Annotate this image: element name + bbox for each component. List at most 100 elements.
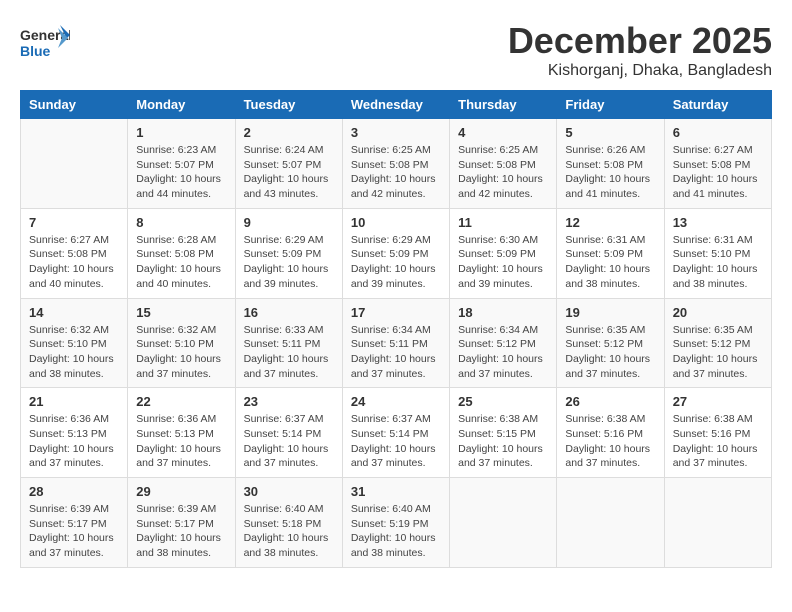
day-info: Sunrise: 6:36 AMSunset: 5:13 PMDaylight:… — [29, 412, 119, 471]
logo: General Blue — [20, 20, 70, 65]
day-cell: 19Sunrise: 6:35 AMSunset: 5:12 PMDayligh… — [557, 298, 664, 388]
day-cell: 12 Sunrise: 6:31 AMSunset: 5:09 PMDayligh… — [557, 208, 664, 298]
day-info: Sunrise: 6:29 AMSunset: 5:09 PMDaylight:… — [244, 233, 334, 292]
weekday-header-row: Sunday Monday Tuesday Wednesday Thursday… — [21, 91, 772, 119]
day-cell: 11Sunrise: 6:30 AMSunset: 5:09 PMDayligh… — [450, 208, 557, 298]
header-wednesday: Wednesday — [342, 91, 449, 119]
week-row-3: 14 Sunrise: 6:32 AMSunset: 5:10 PMDayligh… — [21, 298, 772, 388]
day-cell: 7 Sunrise: 6:27 AMSunset: 5:08 PMDaylight… — [21, 208, 128, 298]
location-subtitle: Kishorganj, Dhaka, Bangladesh — [508, 62, 772, 80]
day-cell: 24Sunrise: 6:37 AMSunset: 5:14 PMDayligh… — [342, 388, 449, 478]
day-cell — [664, 478, 771, 568]
day-info: Sunrise: 6:39 AMSunset: 5:17 PMDaylight:… — [136, 502, 226, 561]
day-number: 6 — [673, 125, 763, 140]
logo-icon: General Blue — [20, 20, 70, 65]
day-info: Sunrise: 6:34 AMSunset: 5:12 PMDaylight:… — [458, 323, 548, 382]
day-cell: 9 Sunrise: 6:29 AMSunset: 5:09 PMDaylight… — [235, 208, 342, 298]
day-number: 27 — [673, 394, 763, 409]
day-number: 24 — [351, 394, 441, 409]
day-info: Sunrise: 6:40 AMSunset: 5:18 PMDaylight:… — [244, 502, 334, 561]
day-cell: 4Sunrise: 6:25 AMSunset: 5:08 PMDaylight… — [450, 119, 557, 209]
day-number: 28 — [29, 484, 119, 499]
day-cell: 14 Sunrise: 6:32 AMSunset: 5:10 PMDayligh… — [21, 298, 128, 388]
header-thursday: Thursday — [450, 91, 557, 119]
day-number: 16 — [244, 305, 334, 320]
day-number: 12 — [565, 215, 655, 230]
day-cell: 16 Sunrise: 6:33 AMSunset: 5:11 PMDayligh… — [235, 298, 342, 388]
day-number: 10 — [351, 215, 441, 230]
svg-text:Blue: Blue — [20, 43, 51, 59]
day-cell: 6 Sunrise: 6:27 AMSunset: 5:08 PMDaylight… — [664, 119, 771, 209]
day-number: 18 — [458, 305, 548, 320]
day-info: Sunrise: 6:32 AMSunset: 5:10 PMDaylight:… — [29, 323, 119, 382]
page-header: General Blue December 2025 Kishorganj, D… — [20, 20, 772, 80]
day-cell — [450, 478, 557, 568]
day-info: Sunrise: 6:27 AMSunset: 5:08 PMDaylight:… — [29, 233, 119, 292]
day-cell: 5Sunrise: 6:26 AMSunset: 5:08 PMDaylight… — [557, 119, 664, 209]
day-info: Sunrise: 6:36 AMSunset: 5:13 PMDaylight:… — [136, 412, 226, 471]
day-info: Sunrise: 6:35 AMSunset: 5:12 PMDaylight:… — [565, 323, 655, 382]
day-cell: 3 Sunrise: 6:25 AMSunset: 5:08 PMDaylight… — [342, 119, 449, 209]
day-cell: 18 Sunrise: 6:34 AMSunset: 5:12 PMDayligh… — [450, 298, 557, 388]
day-info: Sunrise: 6:24 AMSunset: 5:07 PMDaylight:… — [244, 143, 334, 202]
day-number: 29 — [136, 484, 226, 499]
day-cell: 22 Sunrise: 6:36 AMSunset: 5:13 PMDayligh… — [128, 388, 235, 478]
day-cell: 25Sunrise: 6:38 AMSunset: 5:15 PMDayligh… — [450, 388, 557, 478]
week-row-4: 21 Sunrise: 6:36 AMSunset: 5:13 PMDayligh… — [21, 388, 772, 478]
day-number: 14 — [29, 305, 119, 320]
header-saturday: Saturday — [664, 91, 771, 119]
day-cell: 23 Sunrise: 6:37 AMSunset: 5:14 PMDayligh… — [235, 388, 342, 478]
day-number: 21 — [29, 394, 119, 409]
day-info: Sunrise: 6:27 AMSunset: 5:08 PMDaylight:… — [673, 143, 763, 202]
day-info: Sunrise: 6:31 AMSunset: 5:10 PMDaylight:… — [673, 233, 763, 292]
calendar-table: Sunday Monday Tuesday Wednesday Thursday… — [20, 90, 772, 568]
day-number: 30 — [244, 484, 334, 499]
day-info: Sunrise: 6:28 AMSunset: 5:08 PMDaylight:… — [136, 233, 226, 292]
day-cell: 27 Sunrise: 6:38 AMSunset: 5:16 PMDayligh… — [664, 388, 771, 478]
day-info: Sunrise: 6:29 AMSunset: 5:09 PMDaylight:… — [351, 233, 441, 292]
day-info: Sunrise: 6:30 AMSunset: 5:09 PMDaylight:… — [458, 233, 548, 292]
day-cell: 8 Sunrise: 6:28 AMSunset: 5:08 PMDaylight… — [128, 208, 235, 298]
header-monday: Monday — [128, 91, 235, 119]
day-number: 26 — [565, 394, 655, 409]
day-cell: 2 Sunrise: 6:24 AMSunset: 5:07 PMDaylight… — [235, 119, 342, 209]
day-cell: 28 Sunrise: 6:39 AMSunset: 5:17 PMDayligh… — [21, 478, 128, 568]
header-friday: Friday — [557, 91, 664, 119]
header-tuesday: Tuesday — [235, 91, 342, 119]
day-number: 15 — [136, 305, 226, 320]
day-cell: 17Sunrise: 6:34 AMSunset: 5:11 PMDayligh… — [342, 298, 449, 388]
day-info: Sunrise: 6:32 AMSunset: 5:10 PMDaylight:… — [136, 323, 226, 382]
day-number: 17 — [351, 305, 441, 320]
day-cell: 21 Sunrise: 6:36 AMSunset: 5:13 PMDayligh… — [21, 388, 128, 478]
day-number: 2 — [244, 125, 334, 140]
day-info: Sunrise: 6:38 AMSunset: 5:16 PMDaylight:… — [565, 412, 655, 471]
day-number: 1 — [136, 125, 226, 140]
title-section: December 2025 Kishorganj, Dhaka, Banglad… — [508, 20, 772, 80]
day-cell: 29 Sunrise: 6:39 AMSunset: 5:17 PMDayligh… — [128, 478, 235, 568]
day-cell: 26 Sunrise: 6:38 AMSunset: 5:16 PMDayligh… — [557, 388, 664, 478]
day-number: 9 — [244, 215, 334, 230]
day-cell — [21, 119, 128, 209]
day-info: Sunrise: 6:39 AMSunset: 5:17 PMDaylight:… — [29, 502, 119, 561]
week-row-1: 1Sunrise: 6:23 AMSunset: 5:07 PMDaylight… — [21, 119, 772, 209]
day-number: 22 — [136, 394, 226, 409]
day-info: Sunrise: 6:37 AMSunset: 5:14 PMDaylight:… — [244, 412, 334, 471]
day-number: 23 — [244, 394, 334, 409]
day-number: 7 — [29, 215, 119, 230]
week-row-5: 28 Sunrise: 6:39 AMSunset: 5:17 PMDayligh… — [21, 478, 772, 568]
day-cell: 30 Sunrise: 6:40 AMSunset: 5:18 PMDayligh… — [235, 478, 342, 568]
day-info: Sunrise: 6:31 AMSunset: 5:09 PMDaylight:… — [565, 233, 655, 292]
day-number: 4 — [458, 125, 548, 140]
day-number: 8 — [136, 215, 226, 230]
day-cell: 1Sunrise: 6:23 AMSunset: 5:07 PMDaylight… — [128, 119, 235, 209]
day-number: 25 — [458, 394, 548, 409]
day-cell: 10 Sunrise: 6:29 AMSunset: 5:09 PMDayligh… — [342, 208, 449, 298]
month-title: December 2025 — [508, 20, 772, 62]
day-number: 13 — [673, 215, 763, 230]
day-info: Sunrise: 6:25 AMSunset: 5:08 PMDaylight:… — [351, 143, 441, 202]
day-info: Sunrise: 6:33 AMSunset: 5:11 PMDaylight:… — [244, 323, 334, 382]
day-number: 20 — [673, 305, 763, 320]
day-cell: 20Sunrise: 6:35 AMSunset: 5:12 PMDayligh… — [664, 298, 771, 388]
day-info: Sunrise: 6:38 AMSunset: 5:16 PMDaylight:… — [673, 412, 763, 471]
day-number: 3 — [351, 125, 441, 140]
